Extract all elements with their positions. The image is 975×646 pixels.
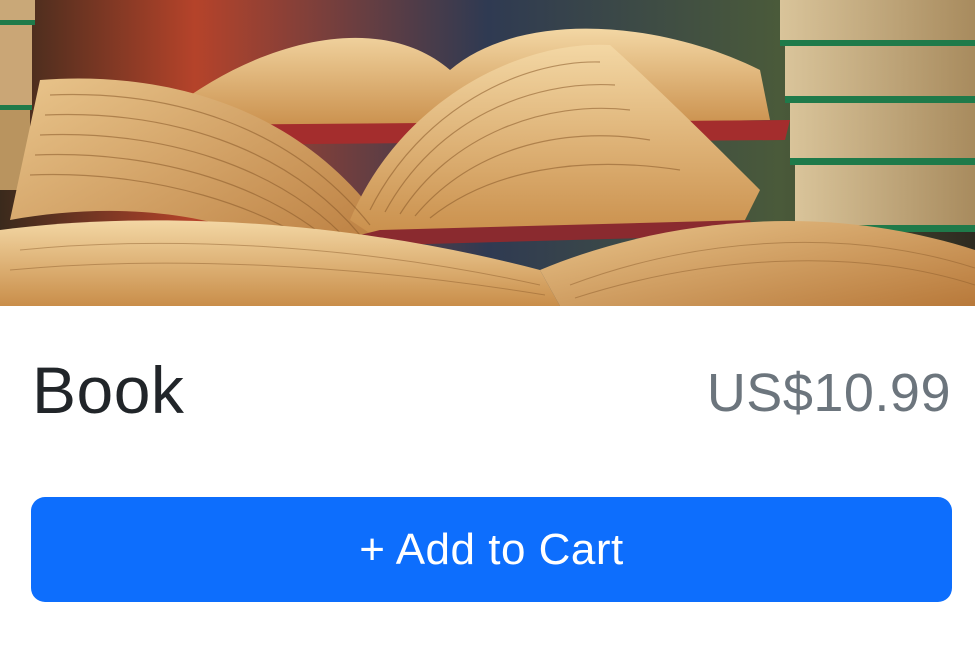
product-image xyxy=(0,0,975,306)
product-card: Book US$10.99 + Add to Cart xyxy=(0,0,975,646)
book-stack-right xyxy=(780,0,975,232)
product-title: Book xyxy=(32,353,185,427)
add-to-cart-button[interactable]: + Add to Cart xyxy=(31,497,952,602)
product-price: US$10.99 xyxy=(706,363,951,423)
